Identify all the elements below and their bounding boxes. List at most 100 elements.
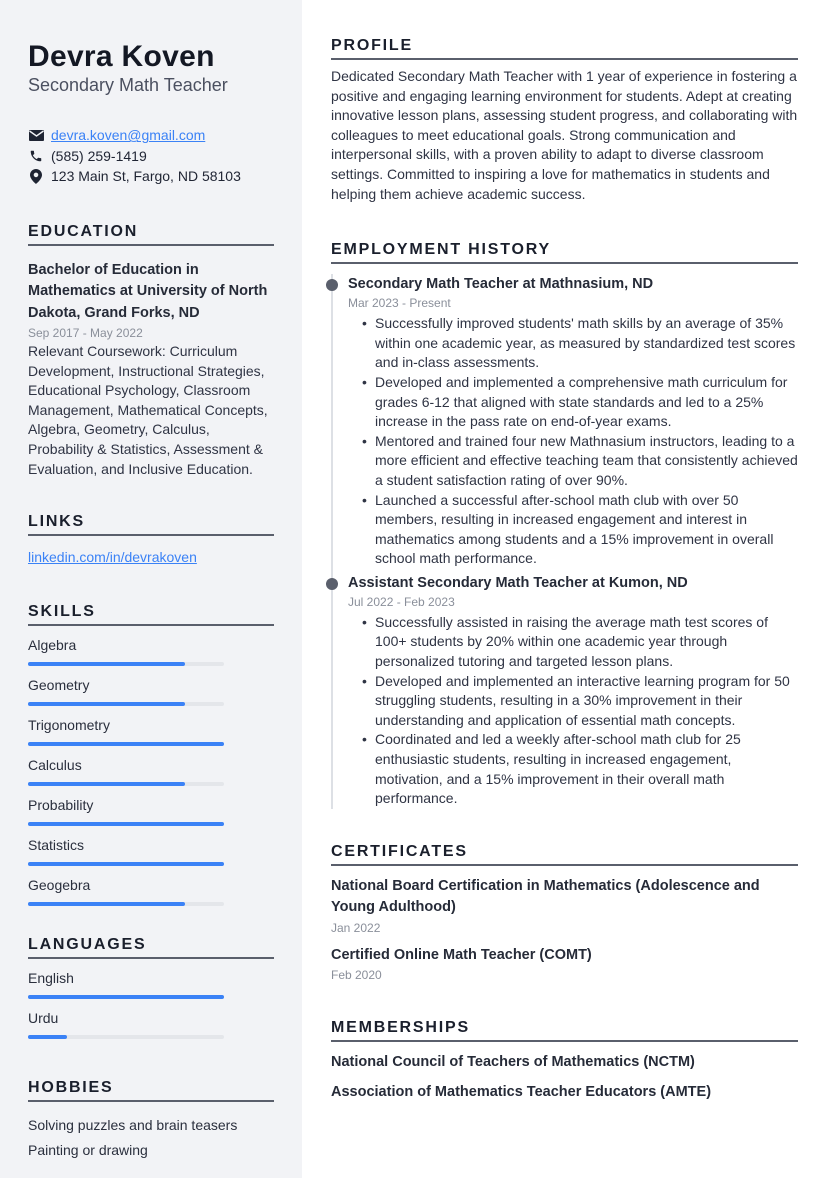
job-title: Assistant Secondary Math Teacher at Kumo…	[348, 574, 688, 591]
skill-label: Probability	[28, 797, 94, 814]
certificate-title: Certified Online Math Teacher (COMT)	[331, 946, 592, 963]
education-section: EDUCATION Bachelor of Education in Mathe…	[28, 223, 274, 480]
map-pin-icon	[28, 168, 44, 184]
links-section: LINKS linkedin.com/in/devrakoven	[28, 513, 274, 567]
hobbies-heading: HOBBIES	[28, 1079, 274, 1103]
language-label: Urdu	[28, 1010, 59, 1027]
profile-text: Dedicated Secondary Math Teacher with 1 …	[331, 68, 798, 202]
education-degree: Bachelor of Education in Mathematics at …	[28, 261, 268, 321]
skill-level-fill	[28, 782, 185, 787]
skill-item: Geogebra	[28, 876, 274, 907]
certificate-title: National Board Certification in Mathemat…	[331, 877, 760, 916]
language-level-fill	[28, 995, 224, 1000]
job-bullet: Developed and implemented a comprehensiv…	[362, 373, 798, 432]
memberships-section: MEMBERSHIPS National Council of Teachers…	[331, 1019, 798, 1107]
skill-level-fill	[28, 862, 224, 867]
certificate-date: Jan 2022	[331, 920, 381, 935]
language-level-fill	[28, 1035, 68, 1040]
certificates-heading: CERTIFICATES	[331, 843, 798, 866]
education-dates: Sep 2017 - May 2022	[28, 326, 143, 340]
language-item: Urdu	[28, 1009, 274, 1040]
skill-level-fill	[28, 902, 185, 907]
profile-section: PROFILE Dedicated Secondary Math Teacher…	[331, 37, 798, 204]
employment-heading: EMPLOYMENT HISTORY	[331, 241, 798, 265]
membership-item: Association of Mathematics Teacher Educa…	[331, 1084, 712, 1101]
language-level-bar	[28, 1035, 224, 1040]
skill-label: Calculus	[28, 757, 82, 774]
skill-item: Geometry	[28, 676, 274, 707]
skill-item: Statistics	[28, 836, 274, 867]
linkedin-link[interactable]: linkedin.com/in/devrakoven	[28, 549, 197, 565]
skill-item: Probability	[28, 796, 274, 827]
education-description: Relevant Coursework: Curriculum Developm…	[28, 343, 268, 477]
skills-heading: SKILLS	[28, 603, 274, 627]
membership-item: National Council of Teachers of Mathemat…	[331, 1054, 695, 1071]
skill-item: Calculus	[28, 756, 274, 787]
skill-item: Trigonometry	[28, 716, 274, 747]
skill-level-bar	[28, 902, 224, 907]
memberships-heading: MEMBERSHIPS	[331, 1019, 798, 1043]
candidate-name: Devra Koven	[28, 40, 215, 73]
employment-timeline: Secondary Math Teacher at Mathnasium, ND…	[326, 274, 798, 809]
job-title: Secondary Math Teacher at Mathnasium, ND	[348, 276, 654, 293]
job-bullet: Coordinated and led a weekly after-schoo…	[362, 730, 798, 808]
skill-level-fill	[28, 702, 185, 707]
skill-level-bar	[28, 822, 224, 827]
job-bullets: Successfully assisted in raising the ave…	[348, 613, 798, 809]
skill-label: Geometry	[28, 677, 90, 694]
job-bullet: Successfully improved students' math ski…	[362, 314, 798, 373]
phone-text: (585) 259-1419	[51, 147, 147, 164]
skill-level-fill	[28, 662, 185, 667]
skill-label: Trigonometry	[28, 717, 110, 734]
profile-heading: PROFILE	[331, 37, 798, 60]
job-bullet: Successfully assisted in raising the ave…	[362, 613, 798, 672]
skill-level-bar	[28, 862, 224, 867]
job-entry: Secondary Math Teacher at Mathnasium, ND…	[326, 274, 798, 569]
hobby-item: Painting or drawing	[28, 1142, 148, 1159]
contact-address: 123 Main St, Fargo, ND 58103	[28, 166, 274, 187]
main-content: PROFILE Dedicated Secondary Math Teacher…	[302, 0, 833, 1178]
skill-label: Algebra	[28, 637, 77, 654]
skill-level-fill	[28, 822, 224, 827]
skill-level-bar	[28, 662, 224, 667]
certificate-date: Feb 2020	[331, 968, 382, 983]
certificate-entry: Certified Online Math Teacher (COMT) Feb…	[331, 945, 798, 985]
job-bullet: Mentored and trained four new Mathnasium…	[362, 432, 798, 491]
job-bullets: Successfully improved students' math ski…	[348, 314, 798, 569]
certificate-entry: National Board Certification in Mathemat…	[331, 876, 798, 937]
contact-list: devra.koven@gmail.com (585) 259-1419 123…	[28, 125, 274, 187]
sidebar: Devra Koven Secondary Math Teacher devra…	[0, 0, 302, 1178]
skill-level-bar	[28, 742, 224, 747]
job-dates: Jul 2022 - Feb 2023	[348, 594, 455, 609]
job-bullet: Developed and implemented an interactive…	[362, 672, 798, 731]
certificates-section: CERTIFICATES National Board Certificatio…	[331, 843, 798, 985]
skill-item: Algebra	[28, 636, 274, 667]
hobbies-section: HOBBIES Solving puzzles and brain teaser…	[28, 1079, 274, 1163]
skill-level-bar	[28, 782, 224, 787]
employment-section: EMPLOYMENT HISTORY Secondary Math Teache…	[326, 241, 798, 809]
timeline-dot-icon	[326, 577, 338, 590]
job-entry: Assistant Secondary Math Teacher at Kumo…	[326, 573, 798, 809]
contact-email: devra.koven@gmail.com	[28, 125, 274, 146]
job-bullet: Launched a successful after-school math …	[362, 491, 798, 569]
skill-level-fill	[28, 742, 224, 747]
candidate-title: Secondary Math Teacher	[28, 75, 228, 95]
email-link[interactable]: devra.koven@gmail.com	[51, 127, 205, 143]
job-dates: Mar 2023 - Present	[348, 296, 451, 311]
language-label: English	[28, 970, 74, 987]
address-text: 123 Main St, Fargo, ND 58103	[51, 168, 241, 185]
phone-icon	[28, 149, 44, 163]
skills-section: SKILLS Algebra Geometry Trigonometry Calcul…	[28, 603, 274, 907]
education-heading: EDUCATION	[28, 223, 274, 246]
skill-level-bar	[28, 702, 224, 707]
languages-section: LANGUAGES English Urdu	[28, 936, 274, 1040]
envelope-icon	[28, 128, 44, 142]
links-heading: LINKS	[28, 513, 274, 537]
skill-label: Geogebra	[28, 877, 91, 894]
languages-heading: LANGUAGES	[28, 936, 274, 960]
timeline-dot-icon	[326, 279, 338, 292]
hobby-item: Solving puzzles and brain teasers	[28, 1117, 238, 1134]
language-level-bar	[28, 995, 224, 1000]
skill-label: Statistics	[28, 837, 85, 854]
language-item: English	[28, 969, 274, 1000]
